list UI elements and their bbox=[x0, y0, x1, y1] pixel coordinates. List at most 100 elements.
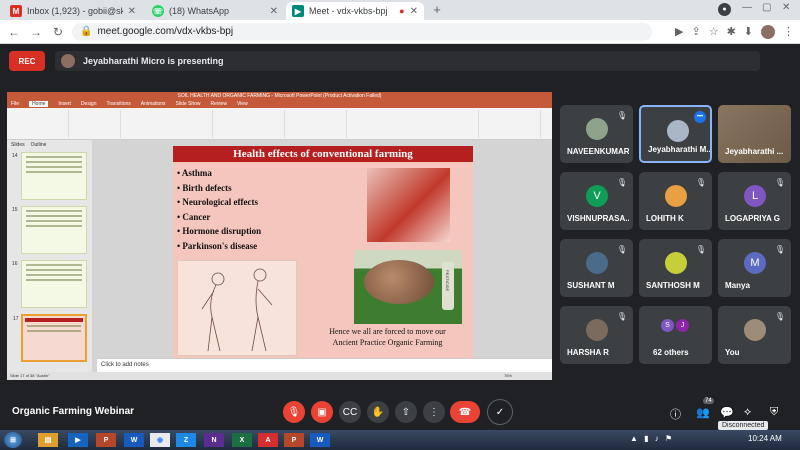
participant-tile[interactable]: HARSHA R 🎙 bbox=[560, 306, 633, 364]
meet-top-bar: REC Jeyabharathi Micro is presenting bbox=[0, 44, 800, 78]
bullet-item: Birth defects bbox=[177, 181, 261, 196]
tab-whatsapp[interactable]: ☏ (18) WhatsApp ✕ bbox=[146, 2, 284, 20]
close-icon[interactable]: ✕ bbox=[410, 6, 418, 17]
info-icon[interactable]: ⓘ bbox=[670, 406, 681, 422]
minimize-button[interactable]: — bbox=[742, 2, 752, 13]
mic-muted-icon: 🎙 bbox=[616, 245, 627, 254]
people-icon[interactable]: 👥 bbox=[696, 406, 710, 419]
camera-icon[interactable]: ▶ bbox=[675, 25, 683, 38]
participant-tile[interactable]: NAVEENKUMAR... 🎙 bbox=[560, 105, 633, 163]
participant-tile[interactable]: S J 62 others bbox=[639, 306, 712, 364]
tab-label: Meet - vdx-vkbs-bpj bbox=[309, 6, 388, 16]
word-icon[interactable]: W bbox=[310, 433, 330, 447]
present-button[interactable]: ⇧ bbox=[395, 401, 417, 423]
speaking-indicator-icon: ••• bbox=[694, 111, 706, 123]
participant-tile[interactable]: V VISHNUPRASA... 🎙 bbox=[560, 172, 633, 230]
participant-tile[interactable]: SUSHANT M 🎙 bbox=[560, 239, 633, 297]
close-icon[interactable]: ✕ bbox=[270, 6, 278, 17]
star-icon[interactable]: ☆ bbox=[709, 25, 719, 38]
participant-name: SUSHANT M bbox=[567, 281, 615, 290]
ribbon-tab-slide-show[interactable]: Slide Show bbox=[176, 101, 201, 107]
participant-tile[interactable]: M Manya 🎙 bbox=[718, 239, 791, 297]
extension-icon[interactable]: ✱ bbox=[727, 25, 736, 38]
chrome-icon[interactable]: ◉ bbox=[150, 433, 170, 447]
panel-tab-slides[interactable]: Slides bbox=[11, 142, 25, 148]
activities-icon[interactable]: ⟡ bbox=[744, 406, 751, 419]
slide-title: Health effects of conventional farming bbox=[173, 146, 473, 162]
host-controls-icon[interactable]: ⛨ bbox=[770, 406, 778, 419]
notes-pane[interactable]: Click to add notes bbox=[97, 358, 552, 372]
reload-icon[interactable]: ↻ bbox=[50, 25, 66, 39]
ribbon-tab-review[interactable]: Review bbox=[211, 101, 227, 107]
file-explorer-icon[interactable]: ▤ bbox=[38, 433, 58, 447]
new-tab-button[interactable]: + bbox=[430, 3, 444, 17]
powerpoint-icon[interactable]: P bbox=[284, 433, 304, 447]
ribbon-tab-file[interactable]: File bbox=[11, 101, 19, 107]
participant-avatar bbox=[586, 118, 608, 140]
slide-thumbnail[interactable]: 16 bbox=[12, 260, 87, 308]
lock-icon: 🔒 bbox=[80, 26, 93, 37]
mic-muted-icon: 🎙 bbox=[616, 178, 627, 187]
ribbon-tab-animations[interactable]: Animations bbox=[141, 101, 166, 107]
participant-tile[interactable]: SANTHOSH M 🎙 bbox=[639, 239, 712, 297]
share-icon[interactable]: ⇪ bbox=[691, 25, 700, 38]
camera-off-button[interactable]: ▣ bbox=[311, 401, 333, 423]
panel-tab-outline[interactable]: Outline bbox=[31, 142, 47, 148]
tab-label: Inbox (1,923) - gobii@skacas.ac bbox=[27, 6, 123, 16]
slide-thumbnail[interactable]: 14 bbox=[12, 152, 87, 200]
media-player-icon[interactable]: ▶ bbox=[68, 433, 88, 447]
forward-icon[interactable]: → bbox=[28, 25, 44, 39]
slide-thumbnail[interactable]: 15 bbox=[12, 206, 87, 254]
slide-thumbnail-selected[interactable]: 17 bbox=[13, 314, 87, 362]
more-options-button[interactable]: ⋮ bbox=[423, 401, 445, 423]
pdf-icon[interactable]: A bbox=[258, 433, 278, 447]
chat-icon[interactable]: 💬 bbox=[720, 406, 734, 419]
maximize-button[interactable]: ▢ bbox=[762, 2, 771, 13]
profile-dot-icon[interactable]: ● bbox=[718, 3, 731, 16]
close-icon[interactable]: ✕ bbox=[128, 6, 136, 17]
tab-gmail[interactable]: M Inbox (1,923) - gobii@skacas.ac ✕ bbox=[4, 2, 142, 20]
participant-name: Jeyabharathi ... bbox=[725, 147, 784, 156]
start-button[interactable]: ⊞ bbox=[4, 432, 22, 448]
participant-tile[interactable]: Jeyabharathi ... bbox=[718, 105, 791, 163]
participant-name: HARSHA R bbox=[567, 348, 609, 357]
word-icon[interactable]: W bbox=[124, 433, 144, 447]
system-tray[interactable]: ▲ ▮ ♪ ⚑ bbox=[630, 434, 674, 443]
excel-icon[interactable]: X bbox=[232, 433, 252, 447]
shared-screen: SOIL HEALTH AND ORGANIC FARMING - Micros… bbox=[7, 92, 552, 380]
ribbon-tab-view[interactable]: View bbox=[237, 101, 248, 107]
captions-button[interactable]: CC bbox=[339, 401, 361, 423]
download-icon[interactable]: ⬇ bbox=[744, 25, 753, 38]
menu-icon[interactable]: ⋮ bbox=[783, 25, 794, 38]
ribbon-tab-insert[interactable]: Insert bbox=[58, 101, 71, 107]
ribbon-tab-transitions[interactable]: Transitions bbox=[107, 101, 131, 107]
slide-number: 17 bbox=[13, 316, 19, 322]
ribbon-tab-home[interactable]: Home bbox=[29, 101, 49, 107]
participant-name: VISHNUPRASA... bbox=[567, 214, 629, 223]
close-window-button[interactable]: ✕ bbox=[782, 2, 790, 13]
raise-hand-button[interactable]: ✋ bbox=[367, 401, 389, 423]
ribbon-group-paragraph bbox=[215, 110, 285, 138]
zoom-icon[interactable]: Z bbox=[176, 433, 196, 447]
bullet-list: Asthma Birth defects Neurological effect… bbox=[177, 166, 261, 253]
onenote-icon[interactable]: N bbox=[204, 433, 224, 447]
powerpoint-icon[interactable]: P bbox=[96, 433, 116, 447]
participant-name: 62 others bbox=[653, 348, 689, 357]
meeting-name: Organic Farming Webinar bbox=[12, 406, 135, 417]
tab-meet[interactable]: ▶ Meet - vdx-vkbs-bpj ● ✕ bbox=[286, 2, 424, 20]
check-icon[interactable]: ✓ bbox=[487, 399, 513, 425]
address-bar[interactable]: 🔒 meet.google.com/vdx-vkbs-bpj bbox=[72, 22, 652, 41]
participant-tile[interactable]: You 🎙 bbox=[718, 306, 791, 364]
back-icon[interactable]: ← bbox=[6, 25, 22, 39]
participant-tile[interactable]: L LOGAPRIYA G 🎙 bbox=[718, 172, 791, 230]
mic-muted-icon: 🎙 bbox=[695, 245, 706, 254]
leave-call-button[interactable]: ☎ bbox=[450, 401, 480, 423]
profile-avatar[interactable] bbox=[761, 24, 775, 39]
presenter-avatar bbox=[61, 54, 75, 68]
participant-tile[interactable]: LOHITH K 🎙 bbox=[639, 172, 712, 230]
ribbon-tab-design[interactable]: Design bbox=[81, 101, 97, 107]
recording-badge: REC bbox=[9, 51, 45, 71]
mic-off-button[interactable]: 🎙 bbox=[283, 401, 305, 423]
participant-tile[interactable]: Jeyabharathi M...🎙••• bbox=[639, 105, 712, 163]
participant-name: SANTHOSH M bbox=[646, 281, 700, 290]
